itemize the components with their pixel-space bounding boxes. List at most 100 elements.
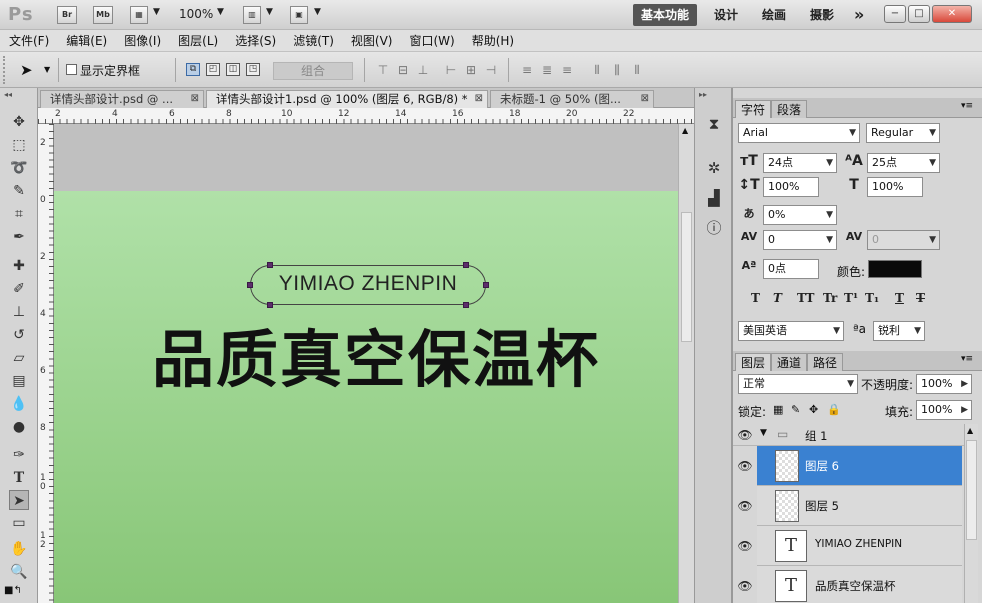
histogram-panel-icon[interactable]: ▟	[704, 188, 724, 208]
close-button[interactable]: ✕	[932, 5, 972, 23]
marquee-tool-icon[interactable]: ⬚	[9, 135, 29, 155]
path-exclude-icon[interactable]: ◳	[246, 63, 260, 76]
minimize-button[interactable]: −	[884, 5, 906, 23]
distribute-top-icon[interactable]: ≡	[518, 62, 536, 78]
canvas-vertical-scrollbar[interactable]: ▲	[678, 124, 694, 603]
chevron-down-icon[interactable]: ▼	[217, 7, 224, 17]
align-hcenter-icon[interactable]: ⊞	[462, 62, 480, 78]
strikethrough-button[interactable]: T	[916, 291, 925, 305]
align-left-icon[interactable]: ⊢	[442, 62, 460, 78]
layer-group-row[interactable]: 👁 ▼ ▭ 组 1	[733, 424, 964, 446]
visibility-eye-icon[interactable]: 👁	[737, 578, 753, 594]
panel-menu-icon[interactable]: ▾≡	[961, 101, 973, 111]
tab-character[interactable]: 字符	[735, 100, 772, 118]
path-subtract-icon[interactable]: ◰	[206, 63, 220, 76]
bridge-button[interactable]: Br	[57, 6, 77, 24]
scrollbar-thumb[interactable]	[966, 440, 977, 540]
path-anchor-handle[interactable]	[267, 302, 273, 308]
history-brush-tool-icon[interactable]: ↺	[9, 325, 29, 345]
blend-mode-select[interactable]: 正常 ▼	[738, 374, 858, 394]
scrollbar-thumb[interactable]	[681, 212, 692, 342]
align-vcenter-icon[interactable]: ⊟	[394, 62, 412, 78]
horizontal-scale-input[interactable]: 100%	[867, 177, 923, 197]
menu-file[interactable]: 文件(F)	[9, 32, 49, 49]
path-intersect-icon[interactable]: ◫	[226, 63, 240, 76]
opacity-input[interactable]: 100% ▶	[916, 374, 972, 394]
visibility-eye-icon[interactable]: 👁	[737, 458, 753, 474]
clone-stamp-tool-icon[interactable]: ⊥	[9, 302, 29, 322]
workspace-painting[interactable]: 绘画	[754, 4, 794, 26]
path-selection-tool-icon[interactable]: ➤	[20, 61, 33, 79]
font-size-select[interactable]: 24点 ▼	[763, 153, 837, 173]
subscript-button[interactable]: T₁	[865, 291, 879, 305]
layer-row[interactable]: T 品质真空保温杯	[757, 566, 962, 603]
brush-tool-icon[interactable]: ✐	[9, 279, 29, 299]
workspace-design[interactable]: 设计	[706, 4, 746, 26]
menu-layer[interactable]: 图层(L)	[178, 32, 218, 49]
history-panel-icon[interactable]: ⧗	[704, 114, 724, 134]
superscript-button[interactable]: T¹	[844, 291, 858, 305]
path-add-icon[interactable]: ⧉	[186, 63, 200, 76]
chevron-down-icon[interactable]: ▼	[266, 7, 273, 17]
shape-tool-icon[interactable]: ▭	[9, 513, 29, 533]
tab-document-2[interactable]: 详情头部设计1.psd @ 100% (图层 6, RGB/8) * ⊠	[206, 90, 488, 108]
arrange-documents-icon[interactable]: ▥	[243, 6, 261, 24]
mini-bridge-button[interactable]: Mb	[93, 6, 113, 24]
tab-channels[interactable]: 通道	[771, 353, 808, 371]
lock-transparency-icon[interactable]: ▦	[773, 403, 783, 416]
dodge-tool-icon[interactable]: ●	[9, 417, 29, 437]
close-icon[interactable]: ⊠	[475, 91, 483, 107]
hand-tool-icon[interactable]: ✋	[9, 539, 29, 559]
kerning-select[interactable]: 0 ▼	[763, 230, 837, 250]
tab-paragraph[interactable]: 段落	[771, 100, 808, 118]
tracking-select[interactable]: 0 ▼	[867, 230, 940, 250]
visibility-eye-icon[interactable]: 👁	[737, 427, 753, 443]
scroll-up-icon[interactable]: ▲	[682, 126, 688, 135]
workspace-photography[interactable]: 摄影	[802, 4, 842, 26]
screen-mode-icon[interactable]: ▣	[290, 6, 308, 24]
tab-document-3[interactable]: 未标题-1 @ 50% (图... ⊠	[490, 90, 654, 108]
baseline-shift-input[interactable]: 0点	[763, 259, 819, 279]
font-style-select[interactable]: Regular ▼	[866, 123, 940, 143]
layer-row[interactable]: 图层 6	[757, 446, 962, 486]
distribute-vcenter-icon[interactable]: ≣	[538, 62, 556, 78]
font-family-select[interactable]: Arial ▼	[738, 123, 860, 143]
collapse-icon[interactable]: ◂◂	[4, 90, 12, 99]
color-swatches-icon[interactable]: ■↰	[4, 585, 22, 596]
move-tool-icon[interactable]: ✥	[9, 112, 29, 132]
menu-help[interactable]: 帮助(H)	[472, 32, 514, 49]
type-tool-icon[interactable]: T	[9, 468, 29, 488]
pen-tool-icon[interactable]: ✑	[9, 445, 29, 465]
faux-bold-button[interactable]: T	[751, 291, 760, 305]
zoom-tool-icon[interactable]: 🔍	[9, 562, 29, 582]
scroll-up-icon[interactable]: ▲	[967, 426, 973, 435]
align-right-icon[interactable]: ⊣	[482, 62, 500, 78]
navigator-panel-icon[interactable]: ✲	[704, 158, 724, 178]
leading-select[interactable]: 25点 ▼	[867, 153, 940, 173]
quick-select-tool-icon[interactable]: ✎	[9, 181, 29, 201]
antialias-select[interactable]: 锐利 ▼	[873, 321, 925, 341]
menu-image[interactable]: 图像(I)	[124, 32, 161, 49]
faux-italic-button[interactable]: T	[773, 291, 782, 305]
combine-button[interactable]: 组合	[273, 62, 353, 80]
healing-brush-tool-icon[interactable]: ✚	[9, 256, 29, 276]
eyedropper-tool-icon[interactable]: ✒	[9, 227, 29, 247]
underline-button[interactable]: T	[895, 291, 904, 305]
canvas-workspace[interactable]: YIMIAO ZHENPIN 品质真空保温杯	[54, 124, 678, 603]
lasso-tool-icon[interactable]: ➰	[9, 158, 29, 178]
crop-tool-icon[interactable]: ⌗	[9, 204, 29, 224]
chevron-down-icon[interactable]: ▼	[44, 65, 50, 74]
canvas-subtitle-text[interactable]: YIMIAO ZHENPIN	[250, 272, 486, 298]
chevron-down-icon[interactable]: ▼	[314, 7, 321, 17]
path-anchor-handle[interactable]	[463, 262, 469, 268]
visibility-eye-icon[interactable]: 👁	[737, 538, 753, 554]
tab-layers[interactable]: 图层	[735, 353, 772, 371]
path-selection-tool-icon[interactable]: ➤	[9, 490, 29, 510]
panel-menu-icon[interactable]: ▾≡	[961, 354, 973, 364]
menu-view[interactable]: 视图(V)	[351, 32, 393, 49]
eraser-tool-icon[interactable]: ▱	[9, 348, 29, 368]
layer-row[interactable]: T YIMIAO ZHENPIN	[757, 526, 962, 566]
close-icon[interactable]: ⊠	[191, 91, 199, 107]
distribute-right-icon[interactable]: ⫴	[628, 62, 646, 78]
distribute-bottom-icon[interactable]: ≡	[558, 62, 576, 78]
